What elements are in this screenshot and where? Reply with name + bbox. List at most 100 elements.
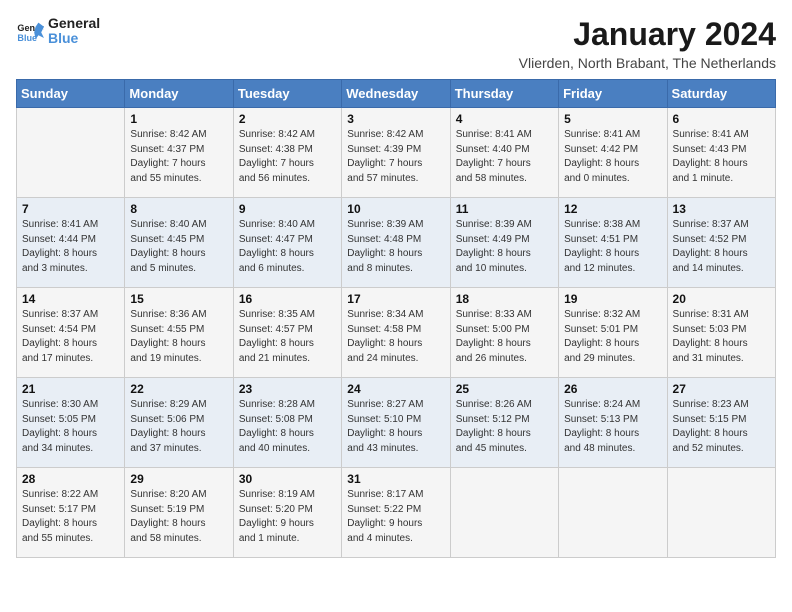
svg-text:Blue: Blue	[17, 33, 37, 43]
day-cell: 30 Sunrise: 8:19 AM Sunset: 5:20 PM Dayli…	[233, 468, 341, 558]
day-number: 3	[347, 112, 444, 126]
day-cell: 10Sunrise: 8:39 AM Sunset: 4:48 PM Dayli…	[342, 198, 450, 288]
day-cell: 2 Sunrise: 8:42 AM Sunset: 4:38 PM Daylig…	[233, 108, 341, 198]
day-info: Sunrise: 8:27 AM Sunset: 5:10 PM Dayligh…	[347, 398, 444, 456]
weekday-header-friday: Friday	[559, 80, 667, 108]
day-info: Sunrise: 8:17 AM Sunset: 5:22 PM Dayligh…	[347, 488, 444, 546]
weekday-header-wednesday: Wednesday	[342, 80, 450, 108]
day-number: 21	[22, 382, 119, 396]
day-number: 5	[564, 112, 661, 126]
day-cell: 24 Sunrise: 8:27 AM Sunset: 5:10 PM Dayli…	[342, 378, 450, 468]
weekday-header-monday: Monday	[125, 80, 233, 108]
day-cell: 4 Sunrise: 8:41 AM Sunset: 4:40 PM Daylig…	[450, 108, 558, 198]
day-info: Sunrise: 8:41 AM Sunset: 4:42 PM Dayligh…	[564, 128, 661, 186]
day-cell	[450, 468, 558, 558]
day-cell	[559, 468, 667, 558]
day-number: 6	[673, 112, 770, 126]
day-number: 1	[130, 112, 227, 126]
day-cell: 7 Sunrise: 8:41 AM Sunset: 4:44 PM Daylig…	[17, 198, 125, 288]
day-info: Sunrise: 8:41 AM Sunset: 4:43 PM Dayligh…	[673, 128, 770, 186]
day-cell: 6 Sunrise: 8:41 AM Sunset: 4:43 PM Daylig…	[667, 108, 775, 198]
day-number: 17	[347, 292, 444, 306]
day-number: 7	[22, 202, 119, 216]
day-cell: 29Sunrise: 8:20 AM Sunset: 5:19 PM Dayli…	[125, 468, 233, 558]
week-row-3: 14Sunrise: 8:37 AM Sunset: 4:54 PM Dayli…	[17, 288, 776, 378]
day-number: 20	[673, 292, 770, 306]
day-info: Sunrise: 8:42 AM Sunset: 4:37 PM Dayligh…	[130, 128, 227, 186]
day-info: Sunrise: 8:23 AM Sunset: 5:15 PM Dayligh…	[673, 398, 770, 456]
day-number: 29	[130, 472, 227, 486]
day-cell: 15Sunrise: 8:36 AM Sunset: 4:55 PM Dayli…	[125, 288, 233, 378]
logo: General Blue General Blue	[16, 16, 100, 47]
day-cell	[667, 468, 775, 558]
day-number: 12	[564, 202, 661, 216]
day-info: Sunrise: 8:32 AM Sunset: 5:01 PM Dayligh…	[564, 308, 661, 366]
day-number: 13	[673, 202, 770, 216]
day-number: 16	[239, 292, 336, 306]
day-cell	[17, 108, 125, 198]
day-info: Sunrise: 8:39 AM Sunset: 4:48 PM Dayligh…	[347, 218, 444, 276]
day-cell: 16 Sunrise: 8:35 AM Sunset: 4:57 PM Dayli…	[233, 288, 341, 378]
day-number: 22	[130, 382, 227, 396]
weekday-header-sunday: Sunday	[17, 80, 125, 108]
day-info: Sunrise: 8:34 AM Sunset: 4:58 PM Dayligh…	[347, 308, 444, 366]
day-info: Sunrise: 8:42 AM Sunset: 4:38 PM Dayligh…	[239, 128, 336, 186]
logo-icon: General Blue	[16, 17, 44, 45]
day-number: 26	[564, 382, 661, 396]
day-info: Sunrise: 8:19 AM Sunset: 5:20 PM Dayligh…	[239, 488, 336, 546]
day-cell: 17 Sunrise: 8:34 AM Sunset: 4:58 PM Dayli…	[342, 288, 450, 378]
day-info: Sunrise: 8:41 AM Sunset: 4:40 PM Dayligh…	[456, 128, 553, 186]
day-number: 30	[239, 472, 336, 486]
day-cell: 5 Sunrise: 8:41 AM Sunset: 4:42 PM Daylig…	[559, 108, 667, 198]
day-cell: 19 Sunrise: 8:32 AM Sunset: 5:01 PM Dayli…	[559, 288, 667, 378]
calendar-header-row: SundayMondayTuesdayWednesdayThursdayFrid…	[17, 80, 776, 108]
day-info: Sunrise: 8:26 AM Sunset: 5:12 PM Dayligh…	[456, 398, 553, 456]
day-cell: 3 Sunrise: 8:42 AM Sunset: 4:39 PM Daylig…	[342, 108, 450, 198]
calendar-header: January 2024 Vlierden, North Brabant, Th…	[519, 16, 776, 71]
day-number: 31	[347, 472, 444, 486]
day-number: 11	[456, 202, 553, 216]
day-info: Sunrise: 8:30 AM Sunset: 5:05 PM Dayligh…	[22, 398, 119, 456]
day-number: 23	[239, 382, 336, 396]
day-cell: 22 Sunrise: 8:29 AM Sunset: 5:06 PM Dayli…	[125, 378, 233, 468]
day-number: 24	[347, 382, 444, 396]
day-cell: 26 Sunrise: 8:24 AM Sunset: 5:13 PM Dayli…	[559, 378, 667, 468]
day-info: Sunrise: 8:28 AM Sunset: 5:08 PM Dayligh…	[239, 398, 336, 456]
day-info: Sunrise: 8:24 AM Sunset: 5:13 PM Dayligh…	[564, 398, 661, 456]
day-info: Sunrise: 8:40 AM Sunset: 4:45 PM Dayligh…	[130, 218, 227, 276]
day-info: Sunrise: 8:40 AM Sunset: 4:47 PM Dayligh…	[239, 218, 336, 276]
weekday-header-tuesday: Tuesday	[233, 80, 341, 108]
day-info: Sunrise: 8:29 AM Sunset: 5:06 PM Dayligh…	[130, 398, 227, 456]
day-cell: 11Sunrise: 8:39 AM Sunset: 4:49 PM Dayli…	[450, 198, 558, 288]
calendar-subtitle: Vlierden, North Brabant, The Netherlands	[519, 55, 776, 71]
weekday-header-saturday: Saturday	[667, 80, 775, 108]
calendar-table: SundayMondayTuesdayWednesdayThursdayFrid…	[16, 79, 776, 558]
day-cell: 31 Sunrise: 8:17 AM Sunset: 5:22 PM Dayli…	[342, 468, 450, 558]
day-cell: 13 Sunrise: 8:37 AM Sunset: 4:52 PM Dayli…	[667, 198, 775, 288]
day-info: Sunrise: 8:38 AM Sunset: 4:51 PM Dayligh…	[564, 218, 661, 276]
day-info: Sunrise: 8:37 AM Sunset: 4:52 PM Dayligh…	[673, 218, 770, 276]
day-info: Sunrise: 8:42 AM Sunset: 4:39 PM Dayligh…	[347, 128, 444, 186]
day-info: Sunrise: 8:37 AM Sunset: 4:54 PM Dayligh…	[22, 308, 119, 366]
day-number: 15	[130, 292, 227, 306]
day-info: Sunrise: 8:22 AM Sunset: 5:17 PM Dayligh…	[22, 488, 119, 546]
week-row-5: 28Sunrise: 8:22 AM Sunset: 5:17 PM Dayli…	[17, 468, 776, 558]
day-cell: 25Sunrise: 8:26 AM Sunset: 5:12 PM Dayli…	[450, 378, 558, 468]
day-cell: 18 Sunrise: 8:33 AM Sunset: 5:00 PM Dayli…	[450, 288, 558, 378]
day-info: Sunrise: 8:33 AM Sunset: 5:00 PM Dayligh…	[456, 308, 553, 366]
day-info: Sunrise: 8:41 AM Sunset: 4:44 PM Dayligh…	[22, 218, 119, 276]
week-row-1: 1 Sunrise: 8:42 AM Sunset: 4:37 PM Daylig…	[17, 108, 776, 198]
week-row-4: 21 Sunrise: 8:30 AM Sunset: 5:05 PM Dayli…	[17, 378, 776, 468]
day-number: 19	[564, 292, 661, 306]
day-cell: 9 Sunrise: 8:40 AM Sunset: 4:47 PM Daylig…	[233, 198, 341, 288]
day-number: 18	[456, 292, 553, 306]
weekday-header-thursday: Thursday	[450, 80, 558, 108]
day-number: 9	[239, 202, 336, 216]
day-cell: 21 Sunrise: 8:30 AM Sunset: 5:05 PM Dayli…	[17, 378, 125, 468]
day-number: 2	[239, 112, 336, 126]
day-info: Sunrise: 8:31 AM Sunset: 5:03 PM Dayligh…	[673, 308, 770, 366]
day-cell: 1 Sunrise: 8:42 AM Sunset: 4:37 PM Daylig…	[125, 108, 233, 198]
day-number: 8	[130, 202, 227, 216]
day-info: Sunrise: 8:35 AM Sunset: 4:57 PM Dayligh…	[239, 308, 336, 366]
day-number: 4	[456, 112, 553, 126]
